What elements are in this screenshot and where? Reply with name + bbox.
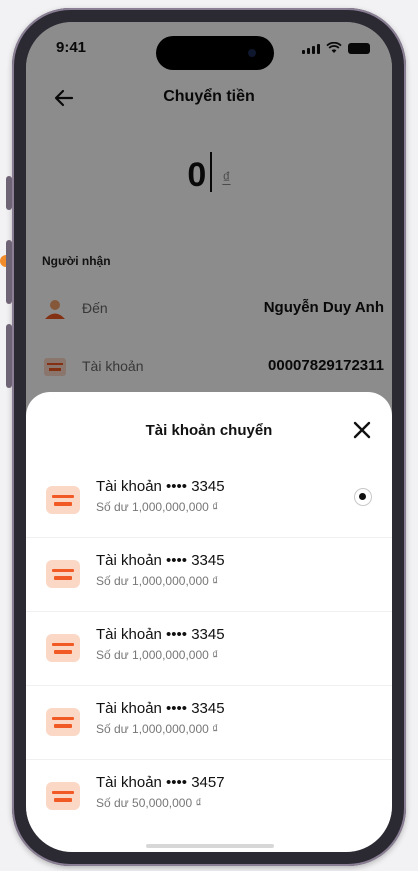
close-icon[interactable] <box>350 418 374 442</box>
account-item[interactable]: Tài khoản •••• 3345 Số dư 1,000,000,000 … <box>26 464 392 538</box>
card-icon <box>46 634 80 662</box>
account-name: Tài khoản •••• 3345 <box>96 700 225 717</box>
account-balance: Số dư 1,000,000,000 ₫ <box>96 722 219 736</box>
account-name: Tài khoản •••• 3457 <box>96 774 225 791</box>
account-balance: Số dư 1,000,000,000 ₫ <box>96 648 219 662</box>
card-icon <box>46 782 80 810</box>
volume-up-button <box>6 240 12 304</box>
card-icon <box>46 560 80 588</box>
home-indicator <box>146 844 274 848</box>
sheet-title: Tài khoản chuyển <box>145 422 273 439</box>
account-name: Tài khoản •••• 3345 <box>96 626 225 643</box>
account-balance: Số dư 1,000,000,000 ₫ <box>96 574 219 588</box>
account-item[interactable]: Tài khoản •••• 3457 Số dư 50,000,000 ₫ <box>26 760 392 833</box>
account-name: Tài khoản •••• 3345 <box>96 478 225 495</box>
volume-down-button <box>6 324 12 388</box>
screen: 9:41 Chuyển tiền 0 ₫ Người nhận Đến Nguy… <box>26 22 392 852</box>
account-name: Tài khoản •••• 3345 <box>96 552 225 569</box>
account-balance: Số dư 50,000,000 ₫ <box>96 796 202 810</box>
account-list: Tài khoản •••• 3345 Số dư 1,000,000,000 … <box>26 464 392 833</box>
account-item[interactable]: Tài khoản •••• 3345 Số dư 1,000,000,000 … <box>26 538 392 612</box>
account-picker-sheet: Tài khoản chuyển Tài khoản •••• 3345 Số … <box>26 392 392 852</box>
account-balance: Số dư 1,000,000,000 ₫ <box>96 500 219 514</box>
card-icon <box>46 486 80 514</box>
account-item[interactable]: Tài khoản •••• 3345 Số dư 1,000,000,000 … <box>26 686 392 760</box>
card-icon <box>46 708 80 736</box>
mute-button <box>6 176 12 210</box>
radio-selected[interactable] <box>354 488 372 506</box>
account-item[interactable]: Tài khoản •••• 3345 Số dư 1,000,000,000 … <box>26 612 392 686</box>
